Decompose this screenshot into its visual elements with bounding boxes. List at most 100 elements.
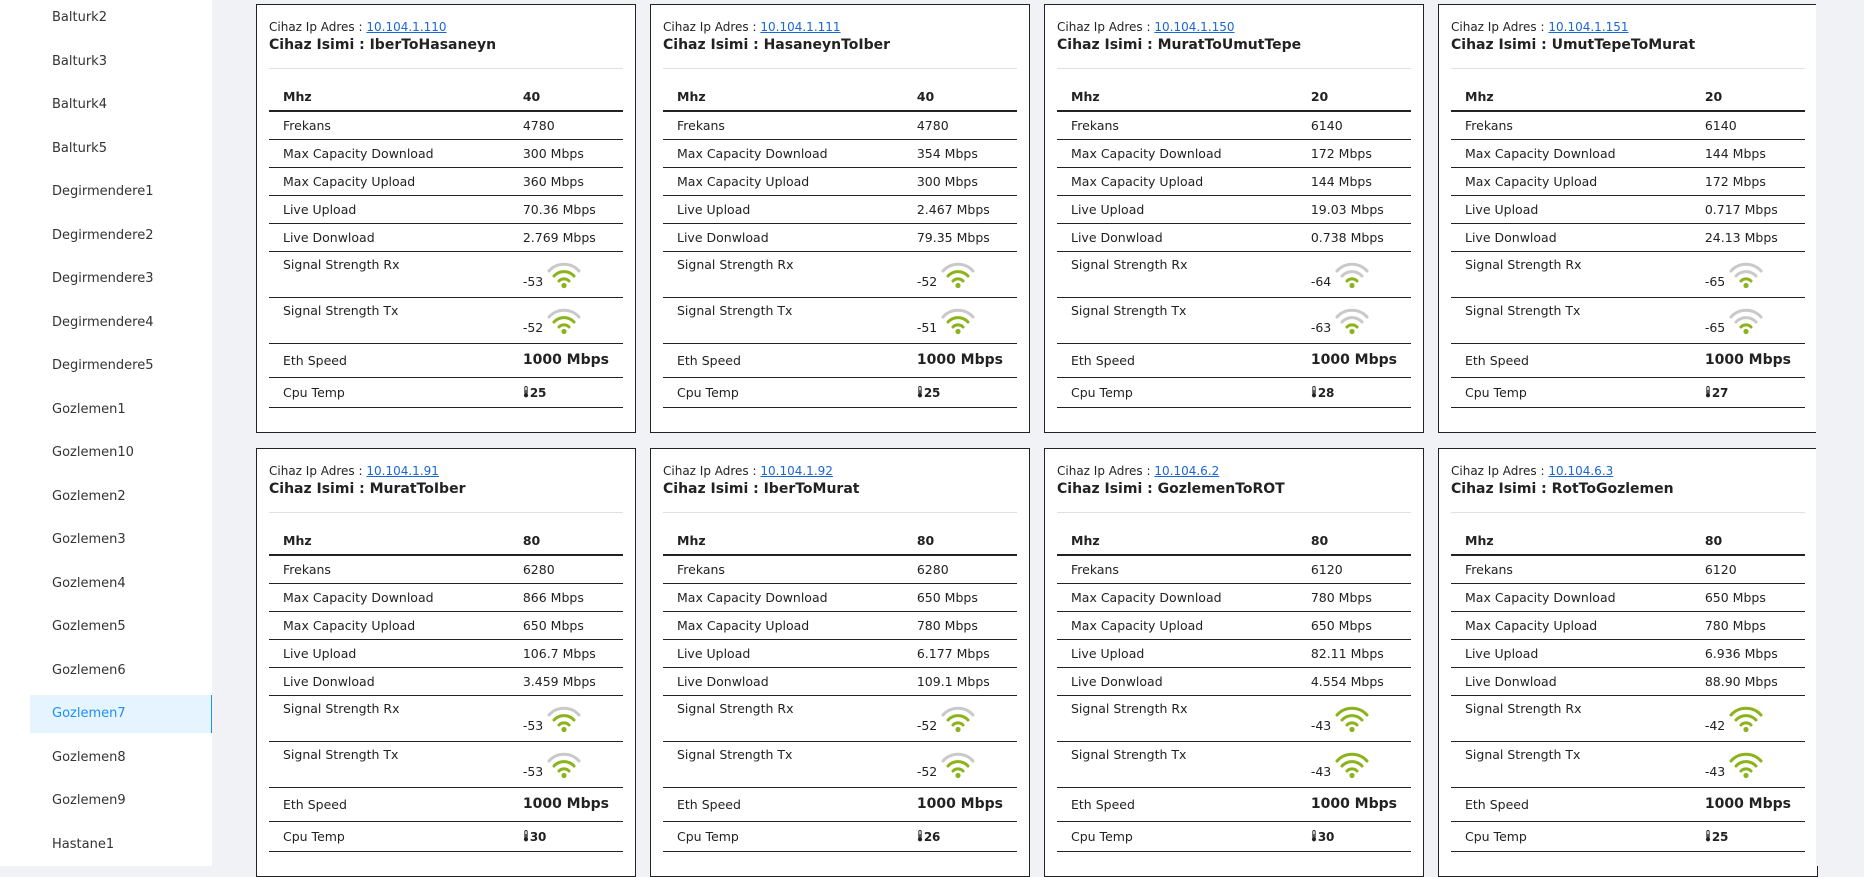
sidebar-item-balturk5[interactable]: Balturk5 bbox=[30, 130, 213, 168]
sidebar-item-hastane1[interactable]: Hastane1 bbox=[30, 826, 213, 864]
cpu-temp-cell: 25 bbox=[509, 377, 623, 407]
signal-rx-cell: -53 bbox=[509, 251, 623, 297]
max-upload-value: 144 Mbps bbox=[1310, 173, 1372, 189]
mhz-value: 80 bbox=[1704, 532, 1723, 548]
signal-tx-label: Signal Strength Tx bbox=[1071, 746, 1187, 762]
table-row-live-upload: Live Upload 6.177 Mbps bbox=[663, 639, 1017, 667]
cpu-temp-cell: 28 bbox=[1297, 377, 1411, 407]
live-download-label: Live Donwload bbox=[1071, 673, 1163, 689]
table-row-frekans: Frekans 6120 bbox=[1451, 555, 1805, 583]
frekans-label: Frekans bbox=[677, 561, 725, 577]
sidebar-item-balturk3[interactable]: Balturk3 bbox=[30, 43, 213, 81]
mhz-label: Mhz bbox=[677, 88, 706, 104]
signal-rx-group: -53 bbox=[523, 703, 582, 733]
device-name: IberToMurat bbox=[763, 481, 860, 497]
device-card-gozlementorot: Cihaz Ip Adres : 10.104.6.2 Cihaz Isimi … bbox=[1044, 448, 1424, 877]
device-name: IberToHasaneyn bbox=[369, 37, 497, 53]
device-ip-link[interactable]: 10.104.1.92 bbox=[760, 464, 833, 478]
sidebar: Balturk2 Balturk3 Balturk4 Balturk5 Degirmen… bbox=[0, 0, 213, 866]
max-upload-label: Max Capacity Upload bbox=[677, 173, 810, 189]
device-name: UmutTepeToMurat bbox=[1551, 37, 1696, 53]
sidebar-item-gozlemen2[interactable]: Gozlemen2 bbox=[30, 478, 213, 516]
frekans-label: Frekans bbox=[283, 561, 331, 577]
divider bbox=[1057, 512, 1411, 513]
live-upload-value: 106.7 Mbps bbox=[522, 645, 596, 661]
device-name-line: Cihaz Isimi : MuratToIber bbox=[269, 480, 623, 498]
table-row-max-download: Max Capacity Download 300 Mbps bbox=[269, 139, 623, 167]
sidebar-item-gozlemen5[interactable]: Gozlemen5 bbox=[30, 608, 213, 646]
sidebar-item-degirmendere1[interactable]: Degirmendere1 bbox=[30, 173, 213, 211]
live-download-label: Live Donwload bbox=[1071, 229, 1163, 245]
signal-rx-cell: -64 bbox=[1297, 251, 1411, 297]
table-row-max-download: Max Capacity Download 866 Mbps bbox=[269, 583, 623, 611]
eth-speed-label: Eth Speed bbox=[677, 352, 741, 368]
wifi-signal-icon bbox=[940, 259, 976, 289]
wifi-signal-icon bbox=[1728, 749, 1764, 779]
table-row-cpu-temp: Cpu Temp 30 bbox=[269, 821, 623, 851]
sidebar-item-gozlemen7[interactable]: Gozlemen7 bbox=[30, 695, 213, 733]
sidebar-item-degirmendere3[interactable]: Degirmendere3 bbox=[30, 260, 213, 298]
device-ip-link[interactable]: 10.104.1.151 bbox=[1548, 20, 1628, 34]
device-ip-link[interactable]: 10.104.1.110 bbox=[366, 20, 446, 34]
live-upload-label: Live Upload bbox=[677, 201, 751, 217]
sidebar-item-degirmendere4[interactable]: Degirmendere4 bbox=[30, 304, 213, 342]
cpu-temp-value: 25 bbox=[923, 385, 941, 400]
signal-rx-label: Signal Strength Rx bbox=[283, 256, 400, 272]
live-download-label: Live Donwload bbox=[283, 673, 375, 689]
table-row-signal-tx: Signal Strength Tx -51 bbox=[663, 297, 1017, 343]
signal-rx-cell: -43 bbox=[1297, 695, 1411, 741]
sidebar-item-balturk2[interactable]: Balturk2 bbox=[30, 0, 213, 37]
sidebar-item-gozlemen10[interactable]: Gozlemen10 bbox=[30, 434, 213, 472]
sidebar-item-degirmendere2[interactable]: Degirmendere2 bbox=[30, 217, 213, 255]
sidebar-item-balturk4[interactable]: Balturk4 bbox=[30, 86, 213, 124]
table-row-live-download: Live Donwload 88.90 Mbps bbox=[1451, 667, 1805, 695]
table-row-eth-speed: Eth Speed 1000 Mbps bbox=[1451, 343, 1805, 377]
mhz-label: Mhz bbox=[283, 88, 312, 104]
frekans-value: 4780 bbox=[522, 117, 555, 133]
cpu-temp-group: 25 bbox=[917, 386, 940, 400]
device-ip-link[interactable]: 10.104.1.91 bbox=[366, 464, 439, 478]
sidebar-item-degirmendere5[interactable]: Degirmendere5 bbox=[30, 347, 213, 385]
device-stats-table: Mhz 80 Frekans 6280 Max Capacity Downloa… bbox=[663, 526, 1017, 852]
device-ip-line: Cihaz Ip Adres : 10.104.1.91 bbox=[269, 462, 623, 480]
max-download-value: 780 Mbps bbox=[1310, 589, 1372, 605]
signal-rx-group: -64 bbox=[1311, 259, 1370, 289]
table-row-mhz: Mhz 40 bbox=[663, 82, 1017, 111]
live-download-label: Live Donwload bbox=[1465, 673, 1557, 689]
thermometer-icon bbox=[1705, 829, 1710, 841]
device-ip-link[interactable]: 10.104.1.150 bbox=[1154, 20, 1234, 34]
table-row-max-upload: Max Capacity Upload 780 Mbps bbox=[663, 611, 1017, 639]
live-upload-label: Live Upload bbox=[1071, 645, 1145, 661]
device-ip-link[interactable]: 10.104.1.111 bbox=[760, 20, 840, 34]
frekans-value: 6120 bbox=[1704, 561, 1737, 577]
max-download-value: 650 Mbps bbox=[1704, 589, 1766, 605]
max-upload-label: Max Capacity Upload bbox=[1465, 173, 1598, 189]
thermometer-icon bbox=[917, 385, 922, 397]
device-name-line: Cihaz Isimi : IberToMurat bbox=[663, 480, 1017, 498]
device-ip-link[interactable]: 10.104.6.3 bbox=[1548, 464, 1613, 478]
sidebar-item-gozlemen1[interactable]: Gozlemen1 bbox=[30, 391, 213, 429]
table-row-max-download: Max Capacity Download 354 Mbps bbox=[663, 139, 1017, 167]
sidebar-item-gozlemen9[interactable]: Gozlemen9 bbox=[30, 782, 213, 820]
signal-tx-cell: -53 bbox=[509, 741, 623, 787]
wifi-signal-icon bbox=[1728, 259, 1764, 289]
table-row-live-upload: Live Upload 106.7 Mbps bbox=[269, 639, 623, 667]
device-ip-link[interactable]: 10.104.6.2 bbox=[1154, 464, 1219, 478]
sidebar-item-gozlemen8[interactable]: Gozlemen8 bbox=[30, 739, 213, 777]
ip-label: Cihaz Ip Adres : bbox=[663, 20, 757, 34]
table-row-mhz: Mhz 40 bbox=[269, 82, 623, 111]
sidebar-item-gozlemen6[interactable]: Gozlemen6 bbox=[30, 652, 213, 690]
signal-rx-group: -42 bbox=[1705, 703, 1764, 733]
sidebar-item-gozlemen3[interactable]: Gozlemen3 bbox=[30, 521, 213, 559]
signal-tx-label: Signal Strength Tx bbox=[1071, 302, 1187, 318]
scrollbar[interactable] bbox=[1816, 0, 1840, 866]
sidebar-item-gozlemen4[interactable]: Gozlemen4 bbox=[30, 565, 213, 603]
cpu-temp-group: 28 bbox=[1311, 386, 1334, 400]
signal-tx-value: -65 bbox=[1704, 320, 1726, 335]
signal-tx-group: -52 bbox=[523, 305, 582, 335]
max-download-label: Max Capacity Download bbox=[677, 589, 828, 605]
cpu-temp-group: 30 bbox=[1311, 830, 1334, 844]
table-row-max-download: Max Capacity Download 172 Mbps bbox=[1057, 139, 1411, 167]
device-ip-line: Cihaz Ip Adres : 10.104.1.110 bbox=[269, 18, 623, 36]
table-row-max-download: Max Capacity Download 144 Mbps bbox=[1451, 139, 1805, 167]
